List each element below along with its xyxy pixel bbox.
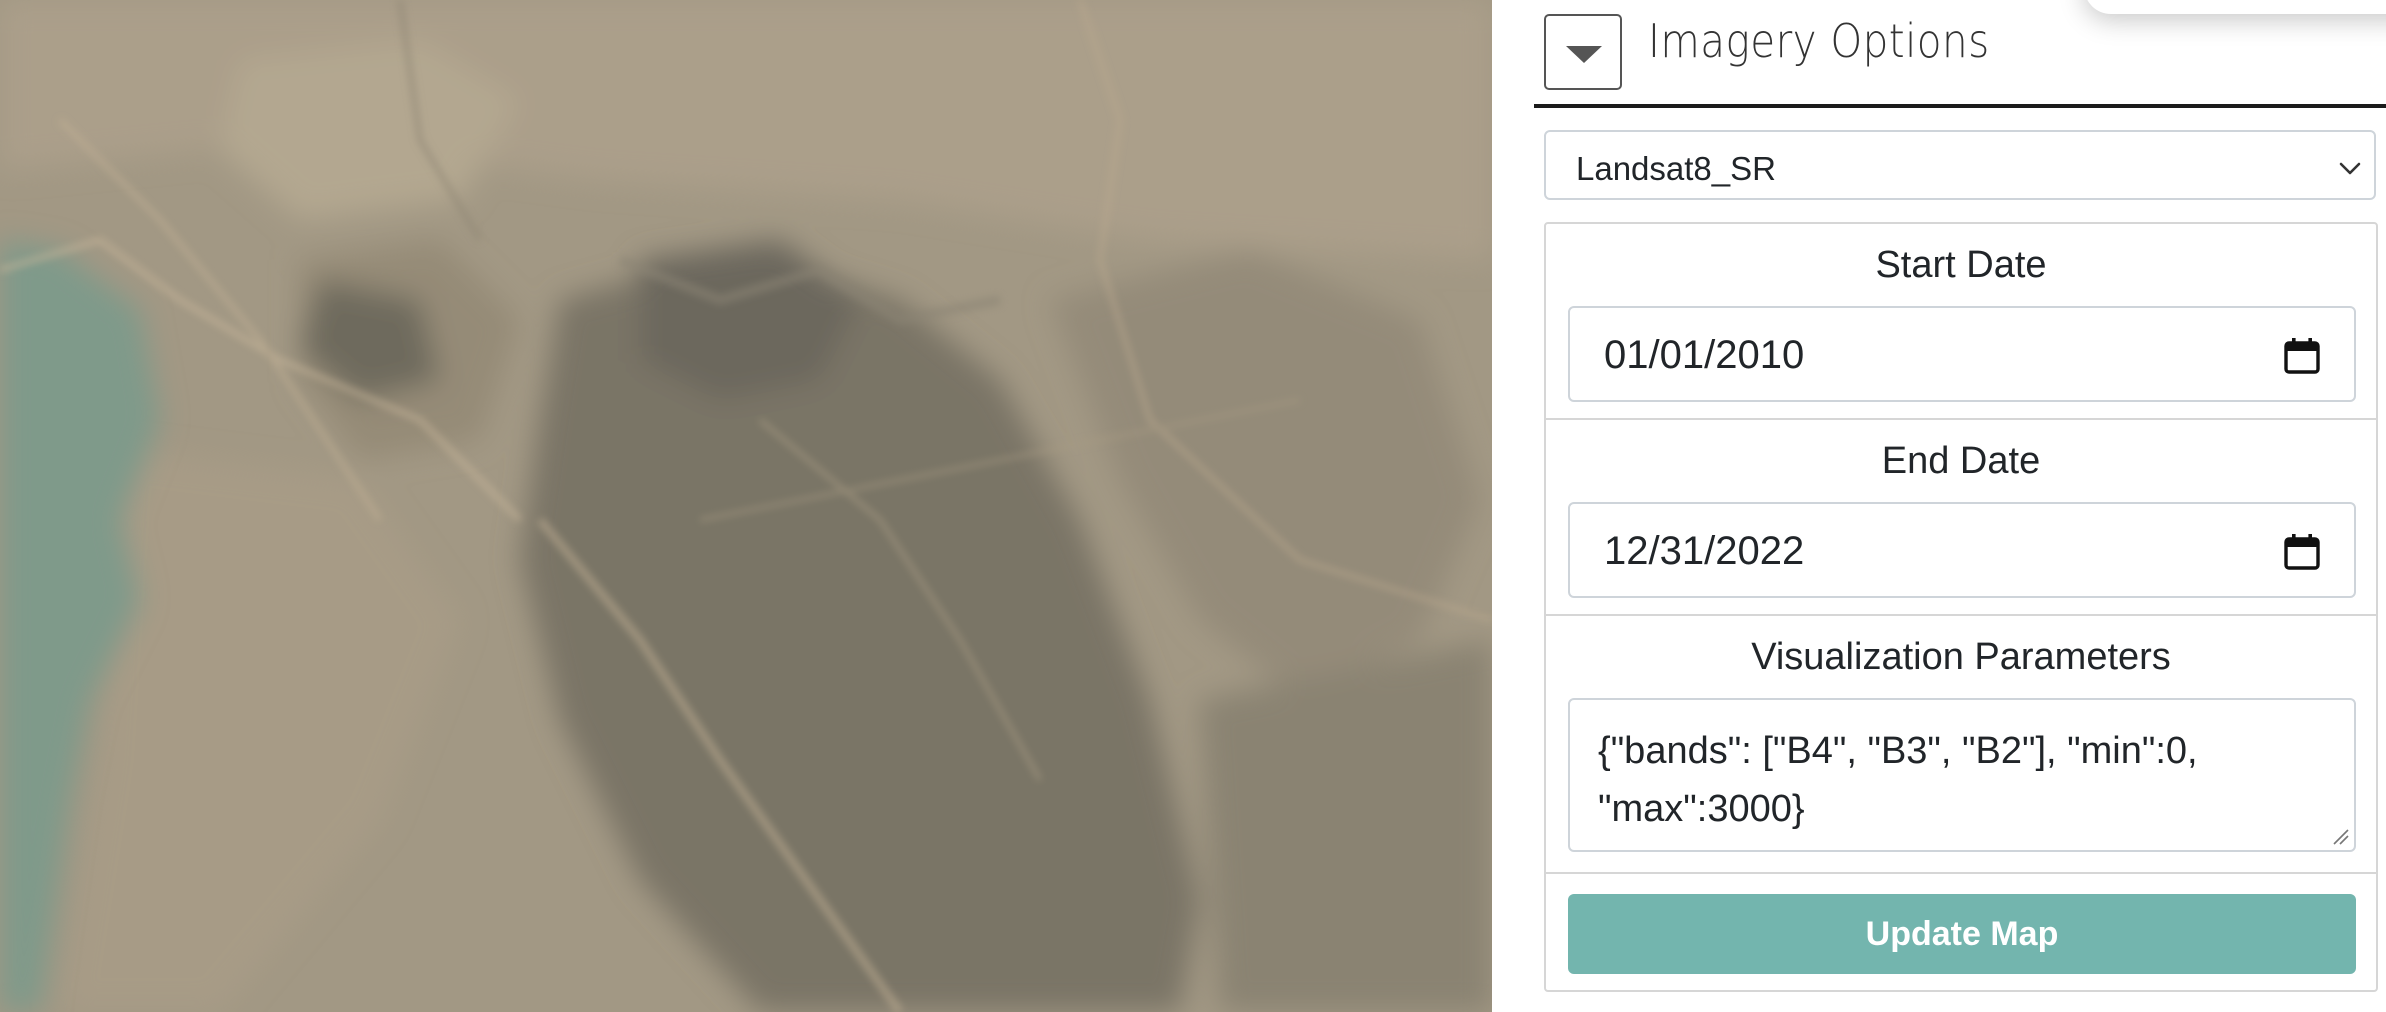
panel-header: Imagery Options (1534, 0, 2386, 108)
calendar-icon[interactable] (2282, 336, 2322, 376)
section-divider (1546, 872, 2376, 874)
collapse-toggle-button[interactable] (1544, 14, 1622, 90)
start-date-label: Start Date (1875, 244, 2047, 286)
dataset-select[interactable]: Landsat8_SR (1544, 130, 2376, 200)
end-date-input[interactable]: 12/31/2022 (1568, 502, 2356, 598)
section-divider (1546, 418, 2376, 420)
end-date-label: End Date (1881, 440, 2041, 482)
calendar-icon[interactable] (2282, 532, 2322, 572)
vis-params-label: Visualization Parameters (1751, 636, 2171, 678)
vis-params-textarea[interactable]: {"bands": ["B4", "B3", "B2"], "min":0, "… (1568, 698, 2356, 852)
start-date-input[interactable]: 01/01/2010 (1568, 306, 2356, 402)
chevron-down-icon (2339, 162, 2361, 175)
end-date-value: 12/31/2022 (1604, 529, 1805, 573)
satellite-imagery (0, 0, 1492, 1012)
dataset-select-value: Landsat8_SR (1576, 150, 1776, 187)
imagery-options-card: Start Date 01/01/2010 End Date 12/31/202… (1544, 222, 2378, 992)
update-map-button[interactable]: Update Map (1568, 894, 2356, 974)
start-date-value: 01/01/2010 (1604, 333, 1805, 377)
resize-grip-icon[interactable] (2330, 826, 2350, 846)
satellite-map[interactable] (0, 0, 1492, 1012)
caret-down-icon (1566, 46, 1602, 63)
imagery-options-panel: Imagery Options Landsat8_SR Start Date 0… (1534, 0, 2386, 1012)
panel-title: Imagery Options (1648, 14, 1990, 68)
section-divider (1546, 614, 2376, 616)
vis-params-value: {"bands": ["B4", "B3", "B2"], "min":0, "… (1598, 730, 2198, 830)
